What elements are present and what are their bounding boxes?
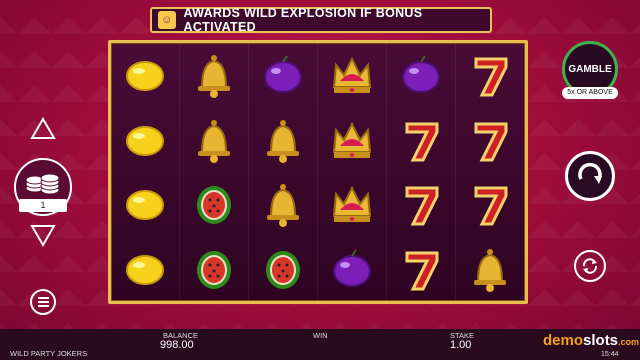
chip-value: 1 [19,199,67,212]
reel-cell [318,236,387,301]
banner-text: AWARDS WILD EXPLOSION IF BONUS ACTIVATED [183,6,423,34]
reel-cell [111,236,180,301]
lemon-symbol-icon [126,190,164,221]
plum-symbol-icon [333,249,371,287]
lemon-symbol-icon [126,125,164,156]
lemon-symbol-icon [126,61,164,92]
reel-cell [456,107,525,172]
plum-symbol-icon [264,55,302,94]
seven-symbol-icon [405,186,439,226]
reel-cell [387,236,456,301]
bell-symbol-icon [474,248,506,292]
crown-symbol-icon [332,186,372,223]
seven-symbol-icon [405,122,439,162]
reel-cell [318,43,387,108]
spin-arrow-icon [578,162,602,184]
bet-down-arrow-icon[interactable] [30,222,56,248]
watermelon-symbol-icon [197,250,231,289]
win-label: WIN [313,331,328,340]
lemon-symbol-icon [126,254,164,285]
reel-cell [456,236,525,301]
footer-bar: BALANCE 998.00 WIN STAKE 1.00 WILD PARTY… [0,329,640,360]
reel-cell [180,236,249,301]
reel-cell [111,43,180,108]
reel-cell [249,236,318,301]
spin-button[interactable] [565,151,615,201]
gamble-label: GAMBLE [568,63,612,75]
menu-icon [37,297,49,299]
bell-symbol-icon [267,119,299,163]
reel-cell [249,43,318,108]
stake-value: 1.00 [450,339,472,351]
reel-cell [456,43,525,108]
autoplay-icon [582,258,598,274]
reel-cell [111,107,180,172]
seven-symbol-icon [474,186,508,226]
reel-cell [249,172,318,237]
clock: 15:44 [601,351,619,358]
joker-icon: ☺ [158,11,176,29]
crown-symbol-icon [332,121,372,158]
site-logo: demoslots.com [543,332,640,349]
reel-cell [387,43,456,108]
reel-grid[interactable] [108,40,528,304]
seven-symbol-icon [405,251,439,291]
watermelon-symbol-icon [266,250,300,289]
bell-symbol-icon [267,184,299,228]
reel-cell [180,43,249,108]
reel-cell [456,172,525,237]
autoplay-button[interactable] [574,250,606,282]
reel-cell [387,172,456,237]
reel-cell [318,172,387,237]
reel-cell [111,172,180,237]
reel-cell [180,172,249,237]
plum-symbol-icon [402,55,440,94]
bell-symbol-icon [198,55,230,99]
seven-symbol-icon [474,122,508,162]
feature-banner: ☺ AWARDS WILD EXPLOSION IF BONUS ACTIVAT… [150,6,492,34]
seven-symbol-icon [474,57,508,97]
bell-symbol-icon [198,119,230,163]
reel-cell [180,107,249,172]
bet-up-arrow-icon[interactable] [30,116,56,142]
reel-cell [387,107,456,172]
game-name: WILD PARTY JOKERS [10,349,88,358]
watermelon-symbol-icon [197,186,231,225]
crown-symbol-icon [332,57,372,94]
reel-cell [249,107,318,172]
reel-cell [318,107,387,172]
menu-button[interactable] [30,289,56,315]
gamble-requirement: 5x OR ABOVE [562,87,618,99]
balance-value: 998.00 [160,339,194,351]
